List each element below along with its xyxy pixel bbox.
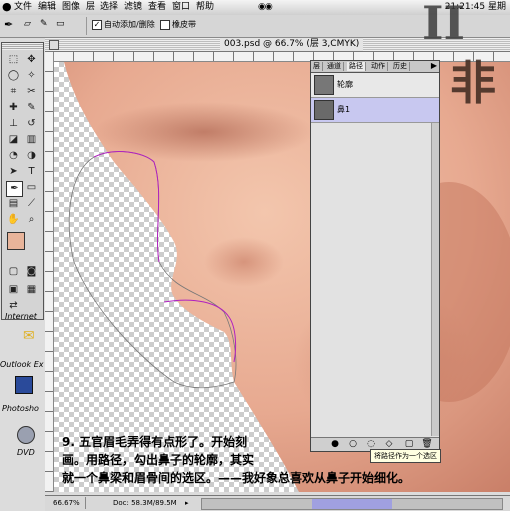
auto-add-delete-checkbox[interactable]: ✓ (92, 20, 102, 30)
eyes-icon: ◉◉ (258, 2, 273, 12)
palette-menu-icon[interactable]: ▶ (431, 61, 437, 71)
watermark-top: II (422, 0, 466, 50)
dodge-tool-icon[interactable]: ◑ (24, 149, 39, 163)
desktop-icon-label[interactable]: DVD (17, 448, 35, 457)
menu-file[interactable]: 文件 (14, 1, 32, 14)
lasso-tool-icon[interactable]: ◯ (6, 69, 21, 83)
notes-tool-icon[interactable]: ▤ (6, 197, 21, 211)
palette-tabs: 层 通道 路径 动作 历史 ▶ (311, 61, 439, 73)
menu-select[interactable]: 选择 (100, 1, 118, 14)
path-thumbnail (314, 100, 334, 120)
slice-tool-icon[interactable]: ✂ (24, 85, 39, 99)
desktop-icon-label[interactable]: Photosho (2, 404, 39, 413)
magic-wand-icon[interactable]: ✧ (24, 69, 39, 83)
pen-tool-icon[interactable]: ✒ (6, 181, 23, 197)
zoom-tool-icon[interactable]: ⌕ (24, 213, 39, 227)
divider (85, 497, 86, 509)
menu-edit[interactable]: 编辑 (38, 1, 56, 14)
caption-line: 就一个鼻梁和眉骨间的选区。——我好象总喜欢从鼻子开始细化。 (62, 471, 411, 485)
stamp-tool-icon[interactable]: ⊥ (6, 117, 21, 131)
move-tool-icon[interactable]: ✥ (24, 53, 39, 67)
auto-add-delete-label: 自动添加/删除 (104, 20, 155, 29)
pen-tool-preset-icon[interactable]: ✒ (4, 18, 13, 32)
healing-brush-icon[interactable]: ✚ (6, 101, 21, 115)
path-thumbnail (314, 75, 334, 95)
eraser-tool-icon[interactable]: ◪ (6, 133, 21, 147)
apple-icon[interactable]: ● (2, 0, 12, 14)
menu-image[interactable]: 图像 (62, 1, 80, 14)
outlook-icon[interactable]: ✉ (23, 328, 35, 344)
tools-palette: ⬚ ✥ ◯ ✧ ⌗ ✂ ✚ ✎ ⊥ ↺ ◪ ▥ ◔ ◑ ➤ T ✒ ▭ ▤ ⟋ … (1, 42, 44, 320)
divider (86, 17, 87, 35)
brush-tool-icon[interactable]: ✎ (24, 101, 39, 115)
freeform-pen-icon[interactable]: ✎ (40, 19, 48, 29)
status-bar: 66.67% Doc: 58.3M/89.5M ▸ (45, 495, 510, 511)
eyedropper-icon[interactable]: ⟋ (24, 197, 39, 211)
scroll-thumb[interactable] (312, 499, 392, 509)
gradient-tool-icon[interactable]: ▥ (24, 133, 39, 147)
menu-window[interactable]: 窗口 (172, 1, 190, 14)
shape-tool-icon[interactable]: ▭ (24, 181, 39, 195)
path-row-selected[interactable]: 鼻1 (311, 98, 439, 123)
horizontal-scrollbar[interactable] (201, 498, 503, 510)
tab-paths[interactable]: 路径 (347, 62, 366, 71)
history-brush-icon[interactable]: ↺ (24, 117, 39, 131)
close-box-icon[interactable] (49, 40, 59, 50)
menu-filter[interactable]: 滤镜 (124, 1, 142, 14)
palette-scrollbar[interactable] (431, 123, 439, 436)
desktop-icon-label[interactable]: Outlook Ex (0, 360, 43, 369)
shape-options-icon[interactable]: ▭ (56, 19, 65, 29)
path-name: 鼻1 (337, 105, 351, 114)
caption-line: 画。用路径，勾出鼻子的轮廓，其实 (62, 453, 255, 467)
foreground-color-swatch[interactable] (7, 232, 25, 250)
dvd-icon[interactable] (17, 426, 35, 444)
standard-mode-icon[interactable]: ▢ (6, 265, 21, 279)
tutorial-caption: 9. 五官眉毛弄得有点形了。开始刻 画。用路径，勾出鼻子的轮廓，其实 就一个鼻梁… (62, 433, 457, 487)
path-row[interactable]: 轮廓 (311, 73, 439, 98)
zoom-level[interactable]: 66.67% (53, 498, 80, 509)
face-artwork (64, 62, 510, 492)
document-canvas[interactable] (54, 62, 510, 492)
quick-mask-icon[interactable]: ◙ (24, 265, 39, 279)
caption-line: 9. 五官眉毛弄得有点形了。开始刻 (62, 435, 248, 449)
desktop-icons: Internet ✉ Outlook Ex Photosho DVD (0, 300, 43, 490)
menu-help[interactable]: 帮助 (196, 1, 214, 14)
menu-view[interactable]: 查看 (148, 1, 166, 14)
tab-channels[interactable]: 通道 (325, 62, 344, 71)
path-select-icon[interactable]: ➤ (6, 165, 21, 179)
tab-history[interactable]: 历史 (391, 62, 410, 71)
paths-palette: 层 通道 路径 动作 历史 ▶ 轮廓 鼻1 ● ○ ◌ ◇ ▢ 🗑 (310, 60, 440, 452)
type-tool-icon[interactable]: T (24, 165, 39, 179)
hand-tool-icon[interactable]: ✋ (6, 213, 21, 227)
marquee-tool-icon[interactable]: ⬚ (6, 53, 21, 67)
status-menu-icon[interactable]: ▸ (185, 499, 193, 507)
photoshop-icon[interactable] (15, 376, 33, 394)
palette-titlebar[interactable] (2, 43, 43, 50)
desktop-icon-label[interactable]: Internet (5, 312, 37, 321)
rubber-band-checkbox[interactable] (160, 20, 170, 30)
tab-layers[interactable]: 层 (311, 62, 323, 71)
menu-layer[interactable]: 层 (86, 1, 95, 14)
vertical-ruler (45, 52, 54, 492)
document-title: 003.psd @ 66.7% (层 3,CMYK) (220, 38, 364, 51)
rubber-band-label: 橡皮带 (172, 20, 196, 29)
horizontal-ruler (53, 52, 510, 62)
doc-size[interactable]: Doc: 58.3M/89.5M (113, 498, 177, 509)
path-name: 轮廓 (337, 80, 353, 89)
pen-mode-icon[interactable]: ▱ (24, 19, 31, 29)
blur-tool-icon[interactable]: ◔ (6, 149, 21, 163)
crop-tool-icon[interactable]: ⌗ (6, 85, 21, 99)
tab-actions[interactable]: 动作 (369, 62, 388, 71)
watermark-bottom: 非 (450, 56, 496, 110)
fullscreen-mode-icon[interactable]: ▦ (24, 283, 39, 297)
screen-mode-icon[interactable]: ▣ (6, 283, 21, 297)
